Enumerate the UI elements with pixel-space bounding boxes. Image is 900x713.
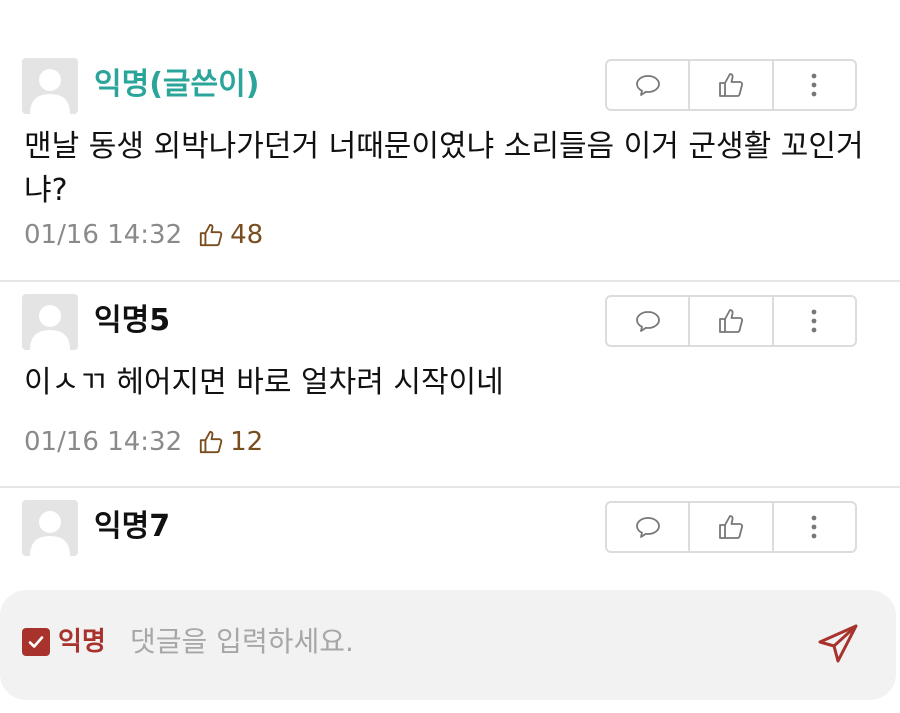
comment-actions bbox=[605, 295, 857, 347]
reply-button[interactable] bbox=[607, 297, 691, 345]
comment-likes: 48 bbox=[198, 220, 263, 250]
comment-item: 익명5 이ㅅㄲ 헤어지면 바로 얼차려 시작이네 01/16 14:32 12 bbox=[0, 281, 900, 487]
send-button[interactable] bbox=[812, 620, 864, 668]
comment-actions bbox=[605, 59, 857, 111]
thumbs-up-icon bbox=[719, 309, 744, 333]
comment-item: 익명(글쓴이) 맨날 동생 외박나가던거 너때문이였냐 소리들음 이거 군생활 … bbox=[0, 45, 900, 281]
comment-thread: 익명(글쓴이) 맨날 동생 외박나가던거 너때문이였냐 소리들음 이거 군생활 … bbox=[0, 0, 900, 713]
avatar bbox=[22, 294, 78, 350]
comment-item: 익명7 bbox=[0, 487, 900, 587]
comment-input[interactable]: 댓글을 입력하세요. bbox=[130, 624, 354, 660]
comment-meta: 01/16 14:32 12 bbox=[24, 427, 263, 457]
comment-text: 이ㅅㄲ 헤어지면 바로 얼차려 시작이네 bbox=[24, 365, 504, 400]
anonymous-label[interactable]: 익명 bbox=[58, 626, 106, 658]
comment-input-bar: 익명 댓글을 입력하세요. bbox=[0, 590, 896, 700]
comment-author: 익명(글쓴이) bbox=[94, 67, 260, 102]
reply-button[interactable] bbox=[607, 61, 691, 109]
avatar bbox=[22, 500, 78, 556]
comment-meta: 01/16 14:32 48 bbox=[24, 220, 263, 250]
like-button[interactable] bbox=[690, 61, 774, 109]
speech-bubble-icon bbox=[635, 517, 660, 538]
like-count: 48 bbox=[230, 220, 264, 250]
more-options-button[interactable] bbox=[774, 297, 855, 345]
vertical-ellipsis-icon bbox=[811, 73, 817, 97]
thumbs-up-icon bbox=[719, 515, 744, 539]
like-count: 12 bbox=[230, 427, 264, 457]
thumbs-up-icon bbox=[199, 223, 223, 247]
comment-actions bbox=[605, 501, 857, 553]
like-button[interactable] bbox=[690, 503, 774, 551]
more-options-button[interactable] bbox=[774, 503, 855, 551]
reply-button[interactable] bbox=[607, 503, 691, 551]
vertical-ellipsis-icon bbox=[811, 515, 817, 539]
vertical-ellipsis-icon bbox=[811, 309, 817, 333]
comment-author: 익명5 bbox=[94, 303, 171, 338]
like-button[interactable] bbox=[690, 297, 774, 345]
thumbs-up-icon bbox=[719, 73, 744, 97]
more-options-button[interactable] bbox=[774, 61, 855, 109]
comment-timestamp: 01/16 14:32 bbox=[24, 427, 183, 457]
comment-timestamp: 01/16 14:32 bbox=[24, 220, 183, 250]
comment-text: 맨날 동생 외박나가던거 너때문이였냐 소리들음 이거 군생활 꼬인거냐? bbox=[24, 129, 864, 208]
anonymous-checkbox[interactable] bbox=[22, 628, 50, 656]
thumbs-up-icon bbox=[199, 430, 223, 454]
comment-author: 익명7 bbox=[94, 509, 171, 544]
avatar bbox=[22, 58, 78, 114]
checkmark-icon bbox=[28, 636, 44, 648]
speech-bubble-icon bbox=[635, 75, 660, 96]
paper-plane-icon bbox=[818, 624, 858, 663]
comment-likes: 12 bbox=[198, 427, 263, 457]
speech-bubble-icon bbox=[635, 311, 660, 332]
